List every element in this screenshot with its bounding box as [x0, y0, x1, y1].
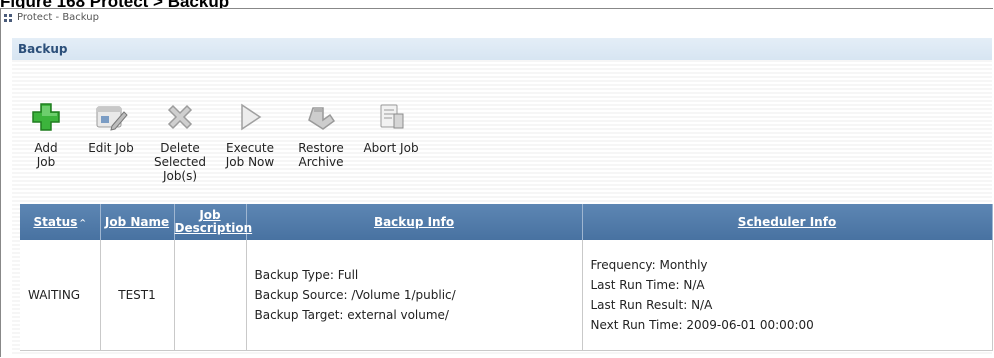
abort-job-label: Abort Job — [363, 141, 419, 155]
table-header-row: Status ^ Job Name Job Description Backup … — [20, 204, 993, 240]
delete-x-icon — [167, 104, 193, 130]
panel-title: Backup — [12, 38, 992, 60]
column-header-job-name[interactable]: Job Name — [100, 204, 175, 240]
restore-archive-label: Restore Archive — [298, 141, 344, 169]
sort-ascending-icon: ^ — [79, 217, 87, 227]
cell-scheduler-info: Frequency: Monthly Last Run Time: N/A La… — [582, 240, 993, 351]
last-run-time: Last Run Time: N/A — [590, 278, 705, 292]
delete-jobs-button[interactable]: Delete Selected Job(s) — [150, 100, 210, 183]
execute-job-button[interactable]: Execute Job Now — [222, 100, 278, 169]
window-titlebar: Protect - Backup — [1, 9, 993, 27]
column-header-status[interactable]: Status ^ — [20, 204, 101, 240]
column-header-job-description[interactable]: Job Description — [174, 204, 252, 240]
jobs-table: Status ^ Job Name Job Description Backup … — [20, 204, 993, 351]
play-icon — [241, 103, 262, 131]
last-run-result: Last Run Result: N/A — [590, 298, 713, 312]
column-header-scheduler-info[interactable]: Scheduler Info — [582, 204, 993, 240]
add-job-button[interactable]: Add Job — [24, 100, 68, 169]
backup-source: Backup Source: /Volume 1/public/ — [254, 288, 456, 302]
cell-job-description — [174, 240, 247, 351]
frequency: Frequency: Monthly — [590, 258, 708, 272]
status-header-label: Status — [33, 214, 78, 229]
window-title: Protect - Backup — [17, 12, 99, 23]
table-row[interactable]: WAITING TEST1 Backup Type: Full Backup S… — [20, 240, 993, 351]
column-header-backup-info[interactable]: Backup Info — [246, 204, 583, 240]
delete-jobs-label: Delete Selected Job(s) — [153, 141, 207, 183]
cell-status: WAITING — [20, 240, 101, 351]
job-description-header-label: Job Description — [174, 208, 253, 235]
cell-backup-info: Backup Type: Full Backup Source: /Volume… — [246, 240, 583, 351]
next-run-time: Next Run Time: 2009-06-01 00:00:00 — [590, 318, 814, 332]
abort-job-button[interactable]: Abort Job — [360, 100, 422, 155]
execute-job-label: Execute Job Now — [225, 141, 275, 169]
figure-caption: Figure 168 Protect > Backup — [0, 0, 230, 11]
app-grid-icon — [4, 14, 12, 22]
cell-job-name: TEST1 — [100, 240, 175, 351]
restore-archive-button[interactable]: Restore Archive — [292, 100, 350, 169]
job-name-header-label: Job Name — [104, 214, 170, 229]
backup-info-header-label: Backup Info — [373, 214, 455, 229]
edit-icon — [96, 106, 128, 131]
restore-icon — [308, 107, 336, 130]
abort-document-icon — [380, 104, 404, 129]
add-job-label: Add Job — [34, 141, 58, 169]
backup-target: Backup Target: external volume/ — [254, 308, 449, 322]
scheduler-info-header-label: Scheduler Info — [737, 214, 837, 229]
backup-type: Backup Type: Full — [254, 268, 359, 282]
edit-job-label: Edit Job — [88, 141, 134, 155]
plus-icon — [32, 103, 60, 131]
edit-job-button[interactable]: Edit Job — [86, 100, 136, 155]
